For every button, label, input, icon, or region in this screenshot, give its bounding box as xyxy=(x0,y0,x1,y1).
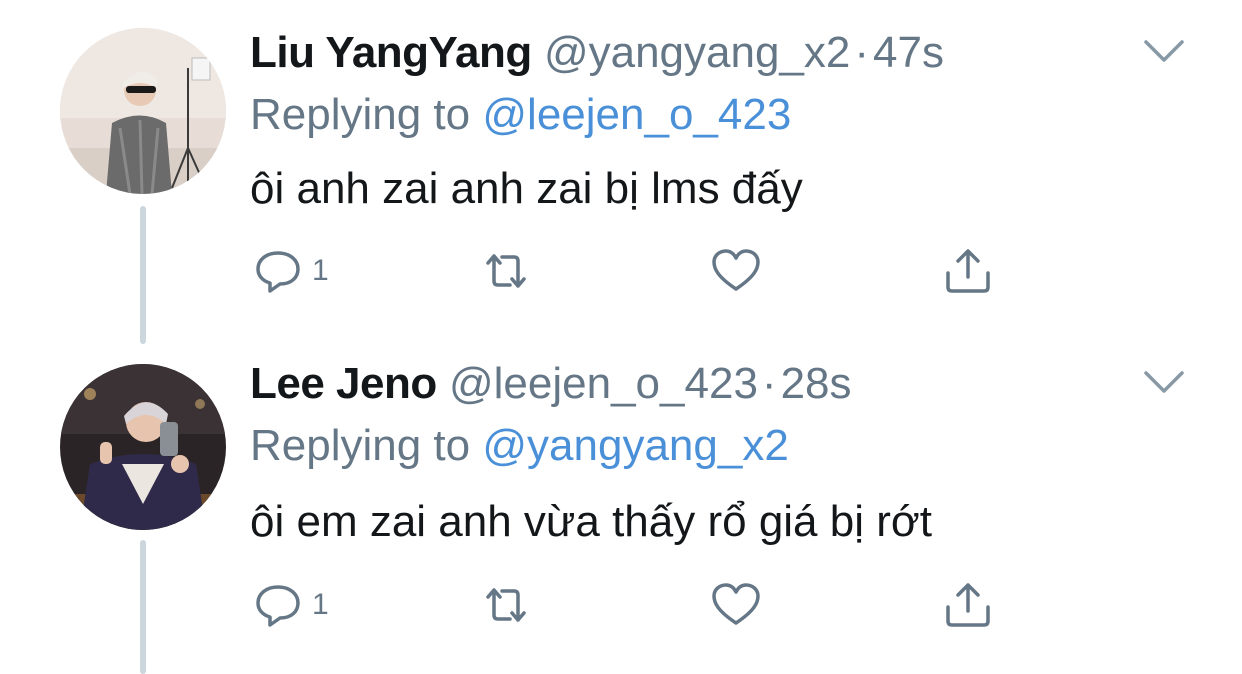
tweet-text: ôi anh zai anh zai bị lms đấy xyxy=(250,164,803,213)
separator-dot: · xyxy=(761,359,777,408)
avatar-photo xyxy=(60,364,226,530)
tweet[interactable]: Liu YangYang @yangyang_x2·47s Replying t… xyxy=(0,0,1242,344)
replying-to-label: Replying to xyxy=(250,421,471,470)
reply-count: 1 xyxy=(312,254,329,287)
separator-dot: · xyxy=(854,28,870,77)
timestamp[interactable]: 47s xyxy=(873,28,944,77)
reply-count: 1 xyxy=(312,588,329,621)
reply-icon xyxy=(256,251,300,293)
tweet-header: Liu YangYang @yangyang_x2·47s xyxy=(250,28,944,78)
like-icon xyxy=(712,249,760,291)
user-handle[interactable]: @yangyang_x2 xyxy=(544,28,850,77)
avatar[interactable] xyxy=(60,28,226,194)
mention-link[interactable]: @yangyang_x2 xyxy=(482,421,788,470)
display-name[interactable]: Lee Jeno xyxy=(250,359,437,408)
like-icon xyxy=(712,583,760,625)
retweet-button[interactable] xyxy=(478,243,534,299)
chevron-down-icon[interactable] xyxy=(1142,36,1186,66)
avatar[interactable] xyxy=(60,364,226,530)
share-button[interactable] xyxy=(940,577,996,633)
display-name[interactable]: Liu YangYang xyxy=(250,28,532,77)
tweet-text: ôi em zai anh vừa thấy rổ giá bị rớt xyxy=(250,497,932,546)
retweet-button[interactable] xyxy=(478,577,534,633)
share-icon xyxy=(946,249,990,293)
action-bar: 1 xyxy=(250,243,1010,299)
like-button[interactable] xyxy=(708,243,764,299)
tweet[interactable]: Lee Jeno @leejen_o_423·28s Replying to @… xyxy=(0,337,1242,674)
reply-button[interactable]: 1 xyxy=(250,243,329,299)
tweet-header: Lee Jeno @leejen_o_423·28s xyxy=(250,359,852,409)
replying-to-label: Replying to xyxy=(250,90,471,139)
share-icon xyxy=(946,583,990,627)
user-handle[interactable]: @leejen_o_423 xyxy=(449,359,758,408)
thread-line xyxy=(140,206,146,344)
share-button[interactable] xyxy=(940,243,996,299)
retweet-icon xyxy=(486,588,526,622)
like-button[interactable] xyxy=(708,577,764,633)
mention-link[interactable]: @leejen_o_423 xyxy=(482,90,791,139)
retweet-icon xyxy=(486,254,526,288)
action-bar: 1 xyxy=(250,577,1010,633)
replying-to: Replying to @leejen_o_423 xyxy=(250,90,791,140)
reply-button[interactable]: 1 xyxy=(250,577,329,633)
replying-to: Replying to @yangyang_x2 xyxy=(250,421,789,471)
reply-icon xyxy=(256,585,300,627)
chevron-down-icon[interactable] xyxy=(1142,367,1186,397)
avatar-photo xyxy=(60,28,226,194)
thread-line xyxy=(140,540,146,674)
timestamp[interactable]: 28s xyxy=(781,359,852,408)
